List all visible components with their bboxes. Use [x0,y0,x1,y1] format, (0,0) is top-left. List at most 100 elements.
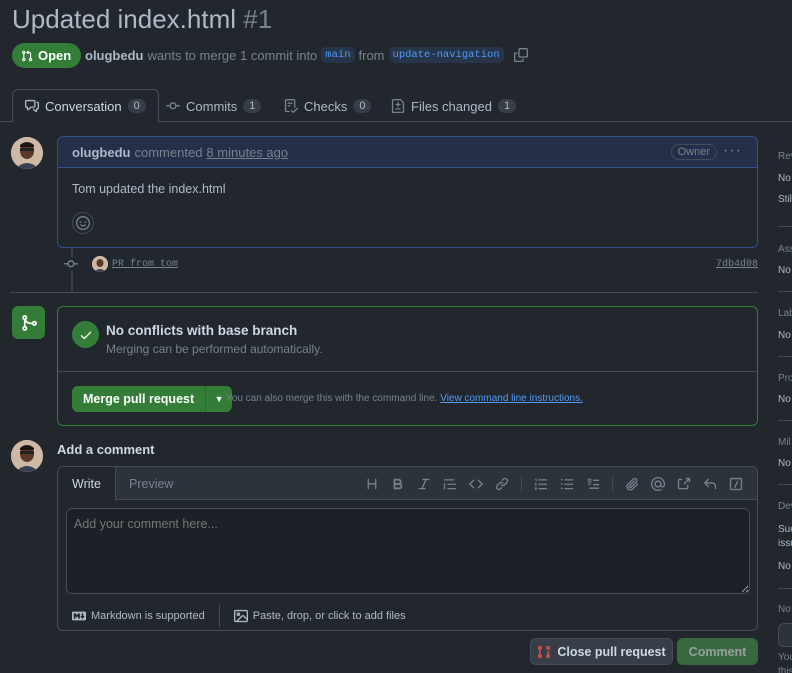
tab-files-changed[interactable]: Files changed 1 [379,89,528,123]
toolbar-separator [521,476,522,492]
sidebar-development-note: Suc [778,524,792,535]
comment-action: commented [134,144,203,160]
ordered-list-icon[interactable] [528,474,554,494]
checklist-icon [284,99,298,113]
paperclip-icon[interactable] [619,474,645,494]
sidebar-divider [778,291,792,292]
sidebar-milestone-value: No [778,458,791,469]
sidebar-labels-label[interactable]: Lab [778,308,792,319]
merge-separator [58,371,757,372]
pr-title-text: Updated index.html [12,4,237,34]
tab-commits-count: 1 [243,99,262,113]
sidebar-assignees-value: No [778,265,791,276]
tab-files-changed-label: Files changed [411,98,492,114]
comment-author[interactable]: olugbedu [72,145,131,160]
copy-icon[interactable] [513,48,528,62]
sidebar-reviewers-value: No [778,173,791,184]
tab-conversation-count: 0 [127,99,146,113]
attach-files-button[interactable]: Paste, drop, or click to add files [220,605,420,627]
sidebar-divider [778,420,792,421]
task-list-icon[interactable] [580,474,606,494]
slash-command-icon[interactable] [723,474,749,494]
sidebar-milestone-label[interactable]: Mil [778,437,791,448]
pr-title: Updated index.html #1 [12,4,272,35]
owner-badge: Owner [670,144,717,160]
commit-message-link[interactable]: PR from tom [112,259,178,270]
sidebar-reviewers-label[interactable]: Rev [778,151,792,162]
code-icon[interactable] [463,474,489,494]
sidebar-labels-value: No [778,330,791,341]
pr-merge-text: wants to merge 1 commit into [147,47,318,63]
image-icon [233,609,248,623]
comment-header: olugbedu commented 8 minutes ago Owner ·… [58,137,757,168]
git-pull-request-icon [22,49,33,61]
merge-box: No conflicts with base branch Merging ca… [57,306,758,426]
sidebar: Rev No Stil Ass No Lab No Pro No Mil No … [778,136,792,673]
git-pull-request-closed-icon [538,645,551,658]
pr-state-label: Open [38,48,72,63]
comment-discussion-icon [25,99,39,113]
smiley-icon [76,216,90,230]
avatar[interactable] [11,137,43,169]
sidebar-development-label[interactable]: Dev [778,501,792,512]
pr-from-text: from [358,47,385,63]
tab-write[interactable]: Write [58,467,116,501]
add-reaction-button[interactable] [72,212,94,234]
comment-time[interactable]: 8 minutes ago [206,145,288,160]
merge-status-subtitle: Merging can be performed automatically. [106,342,323,356]
comment-button[interactable]: Comment [677,638,758,665]
markdown-supported-link[interactable]: Markdown is supported [58,605,219,627]
cross-reference-icon[interactable] [671,474,697,494]
markdown-icon [72,611,86,621]
merge-hint: You can also merge this with the command… [226,393,583,404]
tab-conversation[interactable]: Conversation 0 [12,89,159,123]
avatar[interactable] [11,440,43,472]
commit-sha-link[interactable]: 7db4d08 [716,259,758,270]
unordered-list-icon[interactable] [554,474,580,494]
triangle-down-icon: ▼ [214,394,224,404]
tab-preview[interactable]: Preview [115,467,187,500]
subscribe-button[interactable] [778,623,792,647]
pr-tabs: Conversation 0 Commits 1 Checks 0 Files … [0,88,792,123]
merge-status-icon [12,306,45,339]
tab-checks-label: Checks [304,98,348,114]
base-branch[interactable]: main [321,47,355,63]
bold-icon[interactable] [385,474,411,494]
user-avatar-icon [92,256,108,272]
sidebar-notifications-label: No [778,604,791,615]
close-pull-request-button[interactable]: Close pull request [530,638,673,665]
mention-icon[interactable] [645,474,671,494]
merge-button-group: Merge pull request ▼ [72,386,233,412]
kebab-menu-icon[interactable]: ··· [723,142,742,160]
file-diff-icon [391,99,405,113]
link-icon[interactable] [489,474,515,494]
quote-icon[interactable] [437,474,463,494]
sidebar-development-note2: issu [778,538,792,549]
git-merge-icon [21,314,37,331]
pr-author-link[interactable]: olugbedu [85,48,144,63]
comment-body: Tom updated the index.html [72,182,226,196]
sidebar-divider [778,356,792,357]
pr-state-badge: Open [12,43,82,68]
command-line-instructions-link[interactable]: View command line instructions. [440,393,583,404]
comment-editor: Write Preview Markdown is supported [57,466,758,631]
italic-icon[interactable] [411,474,437,494]
sidebar-projects-label[interactable]: Pro [778,373,792,384]
sidebar-projects-value: No [778,394,791,405]
merge-pull-request-button[interactable]: Merge pull request [72,386,206,412]
tab-commits[interactable]: Commits 1 [154,89,273,123]
sidebar-notifications-note2: this [778,666,792,673]
sidebar-assignees-label[interactable]: Ass [778,244,792,255]
heading-icon[interactable] [359,474,385,494]
check-icon [72,321,99,348]
tab-checks[interactable]: Checks 0 [272,89,383,123]
markdown-toolbar [359,474,749,494]
sidebar-divider [778,484,792,485]
comment-textarea[interactable] [66,508,750,594]
sidebar-development-value: No [778,561,791,572]
head-branch[interactable]: update-navigation [388,47,504,63]
commit-author-avatar[interactable] [92,256,108,272]
sidebar-divider [778,226,792,227]
user-avatar-icon [11,440,43,472]
reply-icon[interactable] [697,474,723,494]
